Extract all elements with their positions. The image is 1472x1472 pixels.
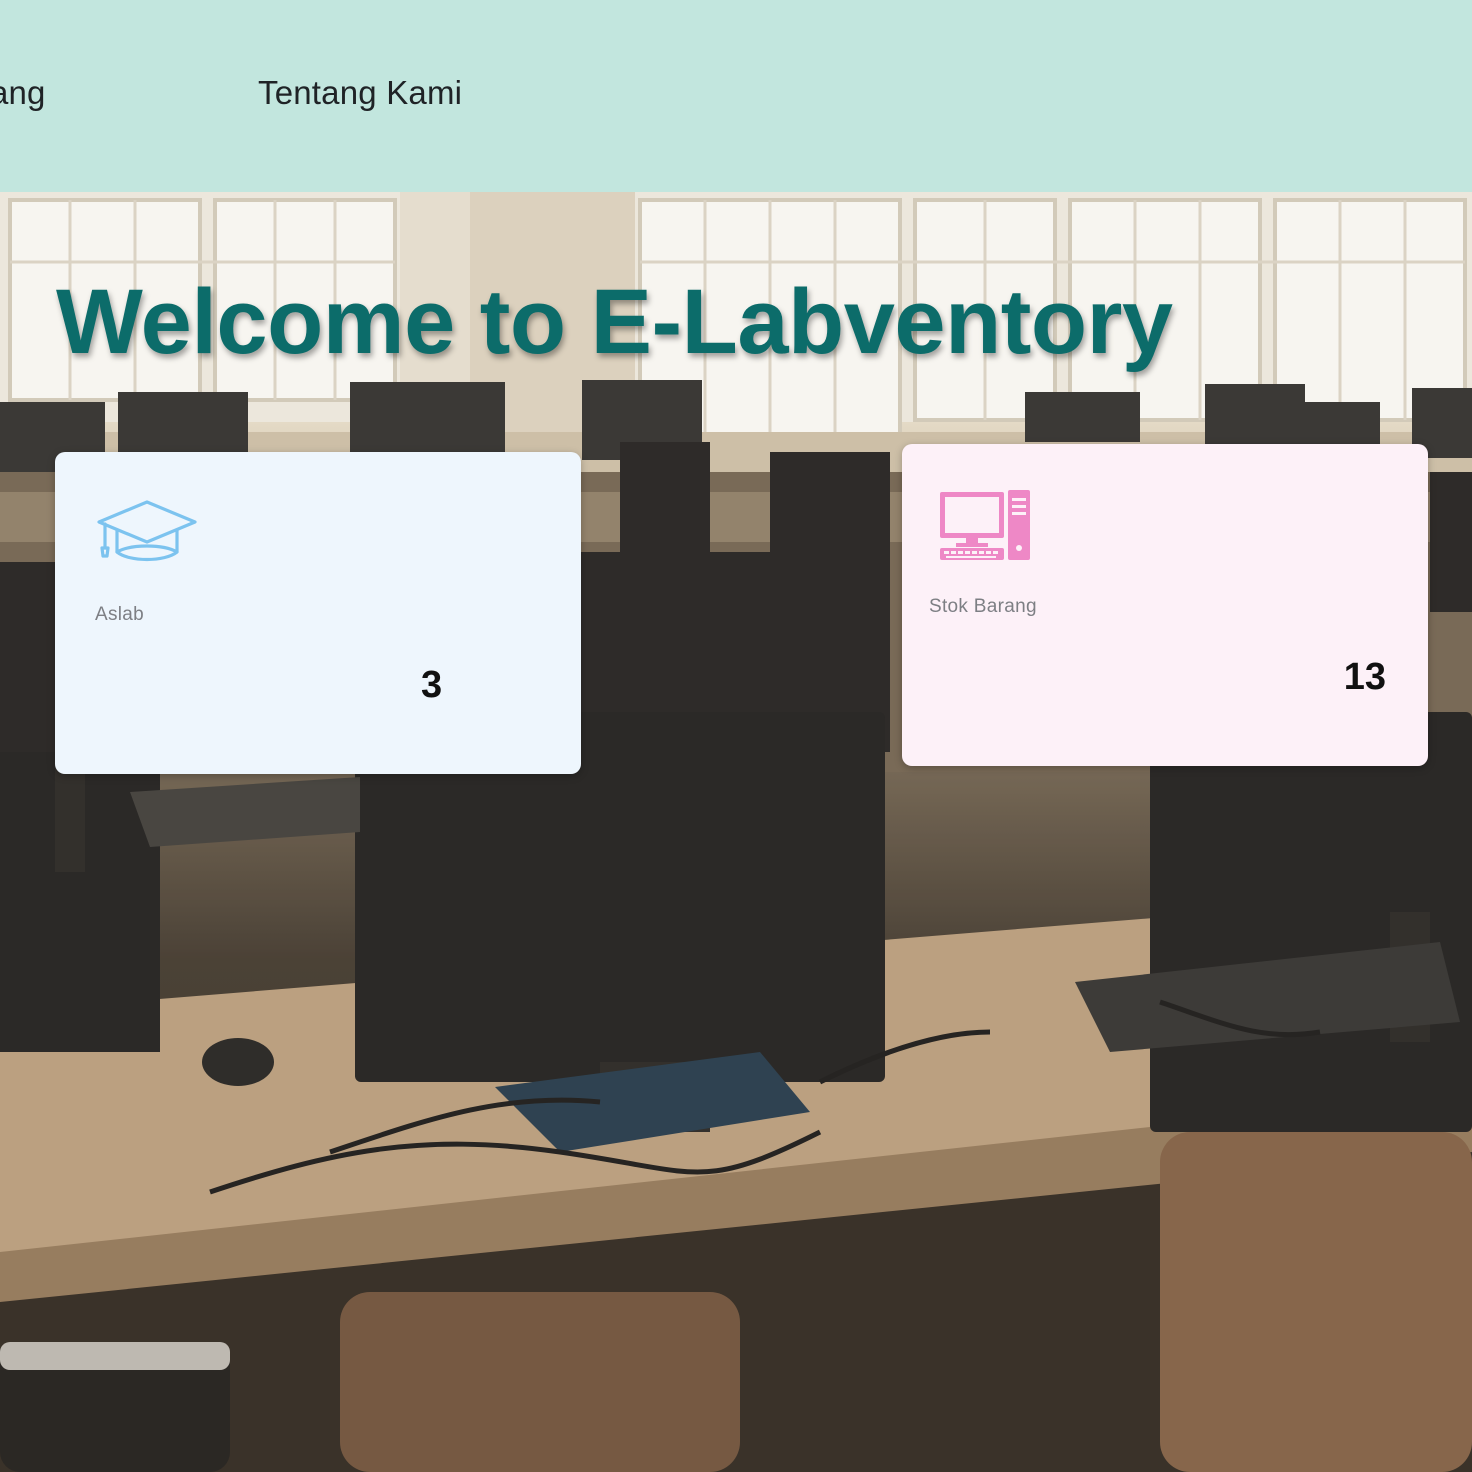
desktop-computer-icon — [940, 490, 1032, 567]
stat-card-aslab[interactable]: Aslab 3 — [55, 452, 581, 774]
stat-card-stok-barang-label: Stok Barang — [929, 596, 1037, 617]
computer-lab-background-image — [0, 192, 1472, 1472]
nav-link-tentang-kami[interactable]: Tentang Kami — [258, 74, 462, 112]
hero-section — [0, 192, 1472, 1472]
page: Barang Tentang Kami — [0, 0, 1472, 1472]
stat-card-aslab-label: Aslab — [95, 604, 145, 625]
top-navbar: Barang Tentang Kami — [0, 0, 1472, 192]
nav-link-barang[interactable]: Barang — [0, 74, 46, 112]
stat-card-stok-barang-value: 13 — [1343, 656, 1386, 698]
stat-card-aslab-value: 3 — [421, 664, 443, 706]
graduation-cap-icon — [95, 498, 199, 569]
stat-card-stok-barang[interactable]: Stok Barang 13 — [902, 444, 1428, 766]
page-title: Welcome to E-Labventory — [56, 271, 1173, 373]
